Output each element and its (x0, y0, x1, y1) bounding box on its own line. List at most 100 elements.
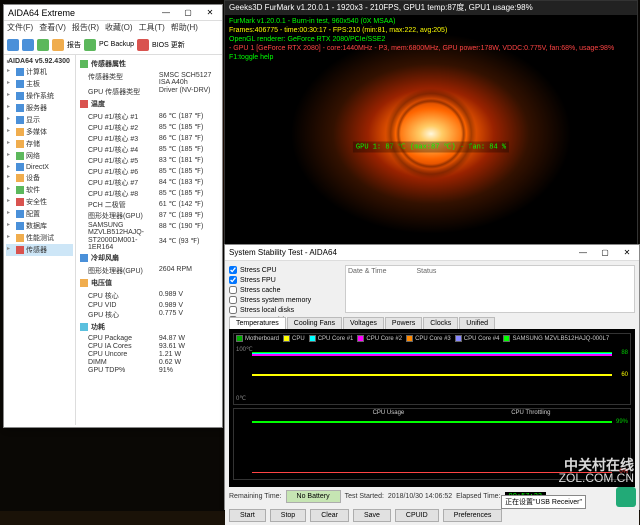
bios-icon[interactable] (137, 39, 149, 51)
menu-file[interactable]: 文件(F) (7, 22, 33, 34)
fm-line-2: OpenGL renderer: GeForce RTX 2080/PCIe/S… (229, 35, 614, 44)
tree-item[interactable]: 多媒体 (6, 126, 73, 138)
tree-item[interactable]: 配置 (6, 208, 73, 220)
fm-line-3: - GPU 1 [GeForce RTX 2080] - core:1440MH… (229, 44, 614, 53)
tree-item[interactable]: 存储 (6, 138, 73, 150)
stress-check[interactable]: Stress local disks (229, 305, 339, 315)
tree-root[interactable]: AIDA64 v5.92.4300 (6, 57, 73, 66)
stress-check[interactable]: Stress CPU (229, 265, 339, 275)
maximize-button[interactable]: ▢ (178, 5, 198, 19)
tree-item[interactable]: 性能测试 (6, 232, 73, 244)
tree-item[interactable]: 显示 (6, 114, 73, 126)
sensor-row: CPU #1/核心 #784 ℃ (183 ℉) (80, 177, 218, 188)
menu-fav[interactable]: 收藏(O) (105, 22, 133, 34)
minimize-button[interactable]: — (156, 5, 176, 19)
remaining-label: Remaining Time: (229, 493, 282, 500)
sensor-row: CPU #1/核心 #583 ℃ (181 ℉) (80, 155, 218, 166)
sensor-row: 传感器类型SMSC SCH5127 ISA A40h (80, 71, 218, 86)
sensor-row: CPU IA Cores93.61 W (80, 342, 218, 350)
menu-view[interactable]: 查看(V) (39, 22, 66, 34)
sensor-content: 传感器属性 传感器类型SMSC SCH5127 ISA A40hGPU 传感器类… (76, 55, 222, 425)
aida64-title: AIDA64 Extreme — ▢ ✕ (4, 5, 222, 21)
graph2-title-b: CPU Throttling (511, 410, 550, 416)
legend-item[interactable]: CPU Core #2 (357, 335, 402, 342)
refresh-icon[interactable] (37, 39, 49, 51)
tab-unified[interactable]: Unified (459, 317, 495, 329)
furmark-stats: FurMark v1.20.0.1 - Burn-in test, 960x54… (229, 17, 614, 62)
backup-icon[interactable] (84, 39, 96, 51)
tree-item[interactable]: 软件 (6, 184, 73, 196)
legend-item[interactable]: CPU Core #4 (455, 335, 500, 342)
close-button[interactable]: ✕ (200, 5, 220, 19)
tree-item[interactable]: DirectX (6, 162, 73, 172)
fm-line-0: FurMark v1.20.0.1 - Burn-in test, 960x54… (229, 17, 614, 26)
back-icon[interactable] (7, 39, 19, 51)
tab-temperatures[interactable]: Temperatures (229, 317, 286, 329)
stability-title: System Stability Test - AIDA64 — ▢ ✕ (225, 245, 639, 261)
elapsed-label: Elapsed Time: (456, 493, 500, 500)
furmark-title: Geeks3D FurMark v1.20.0.1 - 1920x3 - 210… (225, 1, 637, 15)
tree-item[interactable]: 设备 (6, 172, 73, 184)
tree-item[interactable]: 数据库 (6, 220, 73, 232)
close-button[interactable]: ✕ (617, 245, 637, 259)
menu-tools[interactable]: 工具(T) (139, 22, 165, 34)
legend-item[interactable]: CPU Core #3 (406, 335, 451, 342)
battery-status: No Battery (286, 490, 341, 503)
toolbar-bios[interactable]: BIOS 更新 (152, 40, 185, 50)
stress-check[interactable]: Stress system memory (229, 295, 339, 305)
ylim-top: 100℃ (236, 346, 253, 353)
menu-help[interactable]: 帮助(H) (171, 22, 198, 34)
tab-cooling fans[interactable]: Cooling Fans (287, 317, 342, 329)
g2-r1: 99% (616, 419, 628, 425)
aida64-window: AIDA64 Extreme — ▢ ✕ 文件(F) 查看(V) 报告(R) 收… (3, 4, 223, 428)
stress-check[interactable]: Stress cache (229, 285, 339, 295)
legend-item[interactable]: CPU Core #1 (309, 335, 354, 342)
tree-item[interactable]: 主板 (6, 78, 73, 90)
status-list: Date & Time Status (345, 265, 635, 313)
nav-tree[interactable]: AIDA64 v5.92.4300 计算机主板操作系统服务器显示多媒体存储网络D… (4, 55, 76, 425)
menu-report[interactable]: 报告(R) (72, 22, 99, 34)
maximize-button[interactable]: ▢ (595, 245, 615, 259)
tree-item[interactable]: 服务器 (6, 102, 73, 114)
report-icon[interactable] (52, 39, 64, 51)
tree-item[interactable]: 操作系统 (6, 90, 73, 102)
furmark-window: Geeks3D FurMark v1.20.0.1 - 1920x3 - 210… (224, 0, 638, 280)
legend-item[interactable]: SAMSUNG MZVLB512HAJQ-000L7 (503, 335, 609, 342)
volts-heading: 电压值 (80, 276, 218, 290)
sensor-row: DIMM0.62 W (80, 358, 218, 366)
legend-item[interactable]: Motherboard (236, 335, 279, 342)
sensor-row: CPU 核心0.989 V (80, 290, 218, 301)
toolbar-backup[interactable]: PC Backup (99, 41, 134, 48)
tree-sensor[interactable]: 传感器 (6, 244, 73, 256)
minimize-button[interactable]: — (573, 245, 593, 259)
tree-item[interactable]: 安全性 (6, 196, 73, 208)
col-status: Status (417, 268, 437, 275)
fm-line-4: F1:toggle help (229, 53, 614, 62)
stress-check[interactable]: Stress FPU (229, 275, 339, 285)
sensor-row: CPU #1/核心 #386 ℃ (187 ℉) (80, 133, 218, 144)
sensor-row: PCH 二极管61 ℃ (142 ℉) (80, 199, 218, 210)
graph2-title-a: CPU Usage (373, 410, 405, 416)
tree-item[interactable]: 网络 (6, 150, 73, 162)
sensor-row: CPU #1/核心 #885 ℃ (185 ℉) (80, 188, 218, 199)
tree-item[interactable]: 计算机 (6, 66, 73, 78)
menubar: 文件(F) 查看(V) 报告(R) 收藏(O) 工具(T) 帮助(H) (4, 21, 222, 35)
rlabel-2: 60 (621, 372, 628, 378)
watermark: 中关村在线 ZOL.COM.CN (559, 459, 634, 485)
temps-heading: 温度 (80, 97, 218, 111)
fwd-icon[interactable] (22, 39, 34, 51)
fm-line-1: Frames:406775 - time:00:30:17 - FPS:210 … (229, 26, 614, 35)
tray-tooltip: 正在设置"USB Receiver" (501, 495, 586, 509)
legend-item[interactable]: CPU (283, 335, 305, 342)
sensor-row: 图形处理器(GPU)2604 RPM (80, 265, 218, 276)
tab-voltages[interactable]: Voltages (343, 317, 384, 329)
col-datetime: Date & Time (348, 268, 387, 275)
tab-powers[interactable]: Powers (385, 317, 422, 329)
ylim-bot: 0℃ (236, 395, 246, 402)
toolbar-report[interactable]: 报告 (67, 40, 81, 50)
sensor-row: GPU 传感器类型Driver (NV-DRV) (80, 86, 218, 97)
temp-graph: Motherboard CPU CPU Core #1CPU Core #2 CPU … (233, 333, 631, 405)
tab-clocks[interactable]: Clocks (423, 317, 458, 329)
started-label: Test Started: (345, 493, 384, 500)
stability-tabs: TemperaturesCooling FansVoltagesPowersCl… (225, 317, 639, 329)
